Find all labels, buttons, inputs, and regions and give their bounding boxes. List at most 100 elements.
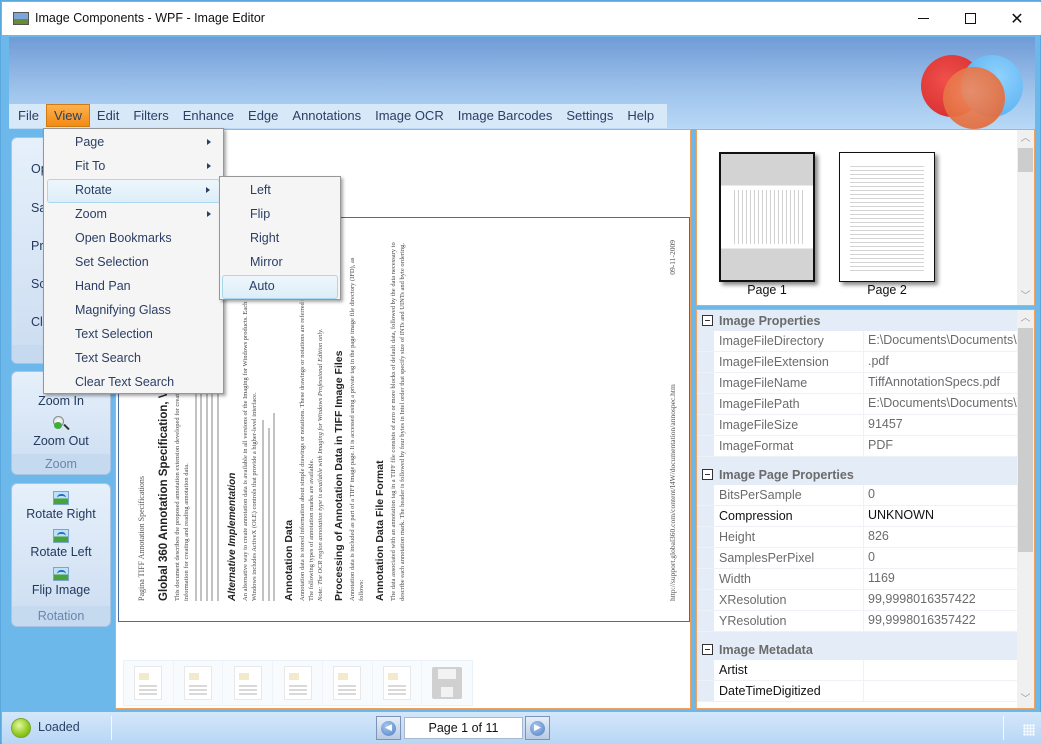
close-button[interactable]: ✕	[994, 2, 1040, 35]
collapse-icon[interactable]	[702, 644, 713, 655]
view-menu-open-bookmarks[interactable]: Open Bookmarks	[44, 227, 223, 251]
save-annotations-button[interactable]	[422, 661, 472, 705]
row-gutter	[697, 681, 714, 701]
property-value[interactable]: 1169	[864, 569, 1018, 589]
menu-item-label: Page	[75, 135, 105, 149]
annotation-note-button[interactable]	[124, 661, 174, 705]
menu-filters[interactable]: Filters	[126, 104, 175, 127]
scroll-up-icon[interactable]: ︿	[1017, 130, 1034, 147]
zoom-out-button[interactable]: Zoom Out	[12, 416, 110, 448]
property-row[interactable]: DateTimeDigitized	[697, 681, 1018, 702]
property-row[interactable]: Compression UNKNOWN	[697, 506, 1018, 527]
property-row[interactable]: ImageFilePath E:\Documents\Documents\T	[697, 394, 1018, 415]
menu-help[interactable]: Help	[620, 104, 661, 127]
rotate-auto-item[interactable]: Auto	[222, 275, 338, 299]
property-key: SamplesPerPixel	[714, 548, 864, 568]
scrollbar-thumb[interactable]	[1018, 328, 1033, 552]
property-row[interactable]: XResolution 99,9998016357422	[697, 590, 1018, 611]
property-row[interactable]: Height 826	[697, 527, 1018, 548]
property-value[interactable]: TiffAnnotationSpecs.pdf	[864, 373, 1018, 393]
collapse-icon[interactable]	[702, 315, 713, 326]
menu-view[interactable]: View	[45, 104, 90, 127]
menu-edit[interactable]: Edit	[90, 104, 126, 127]
property-row[interactable]: SamplesPerPixel 0	[697, 548, 1018, 569]
view-menu-page[interactable]: Page	[44, 131, 223, 155]
annotation-highlight-button[interactable]	[223, 661, 274, 705]
rotate-flip-item[interactable]: Flip	[220, 203, 340, 227]
minimize-button[interactable]	[900, 2, 946, 35]
maximize-button[interactable]	[947, 2, 993, 35]
annotation-shapes-button[interactable]	[323, 661, 373, 705]
menu-edge[interactable]: Edge	[241, 104, 285, 127]
view-menu-fit-to[interactable]: Fit To	[44, 155, 223, 179]
property-row[interactable]: Artist	[697, 660, 1018, 681]
property-category[interactable]: Image Page Properties	[697, 464, 1018, 485]
menu-image-ocr[interactable]: Image OCR	[368, 104, 451, 127]
property-value[interactable]: 99,9998016357422	[864, 611, 1018, 631]
thumbnail-scrollbar[interactable]: ︿ ﹀	[1017, 130, 1034, 305]
property-row[interactable]: YResolution 99,9998016357422	[697, 611, 1018, 632]
property-value[interactable]: E:\Documents\Documents\T	[864, 394, 1018, 414]
rotate-right-button[interactable]: Rotate Right	[12, 491, 110, 521]
previous-page-button[interactable]: ◀	[376, 716, 401, 740]
scroll-up-icon[interactable]: ︿	[1017, 310, 1034, 327]
property-row[interactable]: ImageFormat PDF	[697, 436, 1018, 457]
next-page-button[interactable]: ▶	[525, 716, 550, 740]
collapse-icon[interactable]	[702, 469, 713, 480]
row-gutter	[697, 527, 714, 547]
scroll-down-icon[interactable]: ﹀	[1017, 288, 1034, 305]
rotate-left-label: Rotate Left	[30, 545, 92, 559]
status-separator	[111, 716, 112, 740]
view-menu-magnifying-glass[interactable]: Magnifying Glass	[44, 299, 223, 323]
resize-grip-icon[interactable]	[1023, 724, 1035, 736]
property-row[interactable]: Width 1169	[697, 569, 1018, 590]
thumbnail-page-1[interactable]	[719, 152, 815, 282]
menu-image-barcodes[interactable]: Image Barcodes	[451, 104, 560, 127]
property-value[interactable]: 0	[864, 485, 1018, 505]
rotate-right-item[interactable]: Right	[220, 227, 340, 251]
annotation-stamp-button[interactable]	[174, 661, 224, 705]
rotate-left-item[interactable]: Left	[220, 179, 340, 203]
view-menu-clear-text-search[interactable]: Clear Text Search	[44, 371, 223, 395]
view-menu-text-search[interactable]: Text Search	[44, 347, 223, 371]
view-menu-zoom[interactable]: Zoom	[44, 203, 223, 227]
row-gutter	[697, 569, 714, 589]
property-value[interactable]	[864, 681, 1018, 701]
property-row[interactable]: ImageFileSize 91457	[697, 415, 1018, 436]
rotate-mirror-item[interactable]: Mirror	[220, 251, 340, 275]
property-row[interactable]: BitsPerSample 0	[697, 485, 1018, 506]
property-category[interactable]: Image Properties	[697, 310, 1018, 331]
property-value[interactable]: E:\Documents\Documents\	[864, 331, 1018, 351]
property-row[interactable]: ImageFileName TiffAnnotationSpecs.pdf	[697, 373, 1018, 394]
property-value[interactable]: 99,9998016357422	[864, 590, 1018, 610]
scrollbar-thumb[interactable]	[1018, 148, 1033, 172]
property-value[interactable]: .pdf	[864, 352, 1018, 372]
property-value[interactable]: 0	[864, 548, 1018, 568]
annotation-redact-button[interactable]	[273, 661, 323, 705]
menu-enhance[interactable]: Enhance	[176, 104, 241, 127]
page-indicator[interactable]: Page 1 of 11	[404, 717, 523, 739]
property-row[interactable]: ImageFileDirectory E:\Documents\Documents…	[697, 331, 1018, 352]
view-menu-hand-pan[interactable]: Hand Pan	[44, 275, 223, 299]
property-value[interactable]: 826	[864, 527, 1018, 547]
property-scrollbar[interactable]: ︿ ﹀	[1017, 310, 1034, 708]
thumbnail-page-2[interactable]	[839, 152, 935, 282]
scroll-down-icon[interactable]: ﹀	[1017, 691, 1034, 708]
property-value[interactable]: UNKNOWN	[864, 506, 1018, 526]
annotation-image-button[interactable]	[373, 661, 423, 705]
property-value[interactable]	[864, 660, 1018, 680]
property-row[interactable]: ImageFileExtension .pdf	[697, 352, 1018, 373]
redact-doc-icon	[283, 666, 312, 700]
view-menu-text-selection[interactable]: Text Selection	[44, 323, 223, 347]
flip-image-button[interactable]: Flip Image	[12, 567, 110, 597]
menu-annotations[interactable]: Annotations	[285, 104, 368, 127]
property-value[interactable]: 91457	[864, 415, 1018, 435]
view-menu-set-selection[interactable]: Set Selection	[44, 251, 223, 275]
menu-settings[interactable]: Settings	[559, 104, 620, 127]
zoom-in-button[interactable]: Zoom In	[12, 394, 110, 408]
rotate-left-button[interactable]: Rotate Left	[12, 529, 110, 559]
view-menu-rotate[interactable]: Rotate	[47, 179, 220, 203]
property-value[interactable]: PDF	[864, 436, 1018, 456]
property-category[interactable]: Image Metadata	[697, 639, 1018, 660]
menu-file[interactable]: File	[11, 104, 46, 127]
